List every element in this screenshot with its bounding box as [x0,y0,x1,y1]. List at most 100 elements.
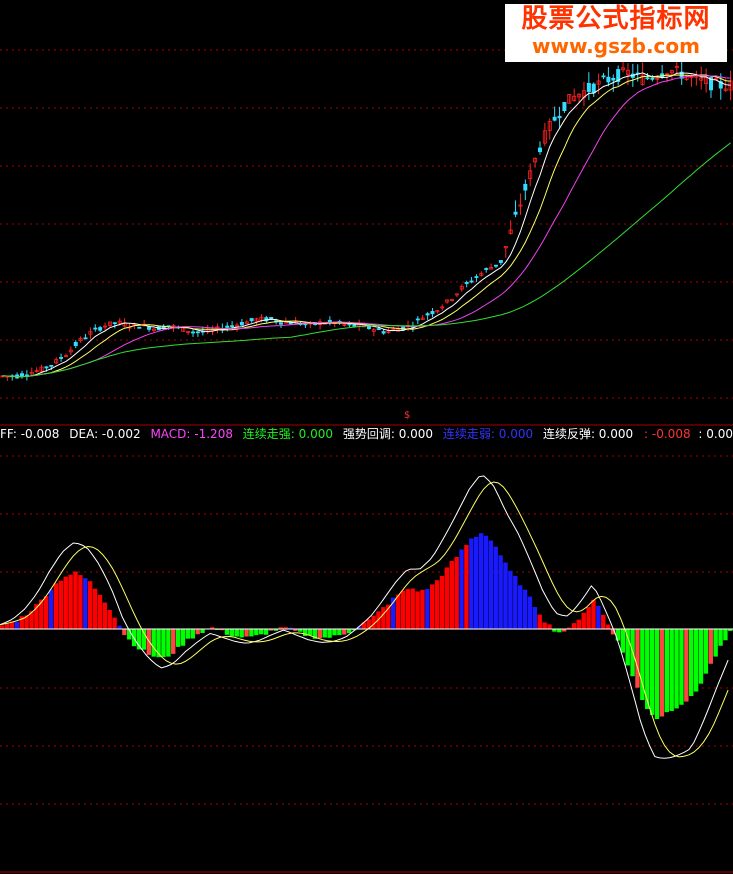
macd-bar [532,606,538,629]
candle-body [601,75,606,78]
macd-bar [664,629,669,713]
macd-bar [537,614,542,629]
candle-body [195,331,200,334]
candle-body [523,183,528,191]
macd-bar [346,629,352,634]
legend-strong: 连续走强: 0.000 [242,427,334,441]
macd-bar [92,588,98,629]
macd-bar [224,629,230,635]
candle-body [249,318,254,322]
macd-bar [234,629,239,637]
candle-body [591,83,596,94]
candle-body [537,147,542,153]
legend-rebound: 连续反弹: 0.000 [542,427,634,441]
macd-bar [654,629,660,720]
macd-bar [547,624,552,629]
candle-body [415,318,420,321]
legend-right: : -0.008 : 0.00 [640,426,733,442]
candle-body [44,366,49,369]
candle-body [327,319,332,323]
candle-body [239,322,244,326]
macd-bar [464,545,469,629]
watermark-logo: 股票公式指标网 www.gszb.com [505,4,727,62]
macd-bar [615,629,621,641]
candle-body [469,280,474,283]
macd-bar [327,629,332,638]
macd-bar [425,588,430,629]
macd-bar [625,629,630,666]
watermark-title: 股票公式指标网 [521,4,711,34]
ma10-line [2,74,731,378]
legend-ff: FF: -0.008 [0,427,60,441]
macd-bar [63,576,68,629]
candle-body [493,264,498,267]
candle-body [352,324,357,327]
macd-bar [58,580,64,629]
candle-body [230,325,235,328]
macd-bar [4,623,10,629]
macd-histogram [0,533,733,720]
macd-bar [684,629,689,702]
candle-body [498,260,503,263]
indicator-legend: FF: -0.008 DEA: -0.002 MACD: -1.208 连续走强… [0,426,733,442]
macd-bar [180,629,186,646]
legend-right-2: : 0.00 [698,427,733,441]
macd-bar [53,583,59,629]
macd-bar [718,629,723,646]
legend-dea: DEA: -0.002 [69,427,141,441]
candle-body [484,268,489,270]
macd-bar [48,589,54,629]
macd-bar [381,607,386,629]
candle-body [425,313,430,316]
macd-bar [449,560,454,629]
legend-pullback: 强势回调: 0.000 [342,427,434,441]
candle-body [59,357,64,359]
macd-bar [674,629,679,709]
candle-body [562,102,567,112]
macd-bar [73,571,78,629]
macd-bar [107,610,112,629]
ma5-line [2,72,731,378]
candle-body [49,364,54,367]
signal-marker: $ [404,410,411,421]
macd-bar [322,629,327,638]
macd-bar [483,535,489,629]
macd-bar [175,629,181,647]
macd-bar [693,629,699,692]
candle-body [611,77,616,81]
macd-bar [586,607,591,629]
macd-bar [254,629,259,636]
macd-bar [669,629,674,711]
macd-bar [444,567,450,629]
candle-body [112,322,117,325]
macd-bar [459,549,464,629]
macd-bar [244,629,249,637]
candle-body [513,211,518,215]
macd-bar [229,629,235,637]
candle-body [586,82,591,92]
macd-bar [0,625,5,629]
macd-bar [591,599,596,629]
legend-weak: 连续走弱: 0.000 [442,427,534,441]
candle-body [137,326,142,329]
macd-bar [488,540,494,629]
macd-bar [493,546,498,629]
macd-bar [469,538,474,629]
macd-bar [527,596,533,629]
macd-bar [620,629,626,653]
candle-body [19,373,24,377]
macd-bar [146,629,151,655]
macd-bar [430,584,435,629]
candle-body [552,116,557,121]
macd-bar [503,562,508,629]
macd-bar [659,629,665,717]
macd-bar [43,596,49,629]
candle-body [474,276,479,278]
macd-bar [679,629,684,705]
ma60-line [2,142,731,378]
legend-macd: MACD: -1.208 [150,427,233,441]
macd-bar [601,614,606,629]
candle-body [606,76,611,83]
macd-bar [522,589,528,629]
macd-bar [478,533,484,629]
